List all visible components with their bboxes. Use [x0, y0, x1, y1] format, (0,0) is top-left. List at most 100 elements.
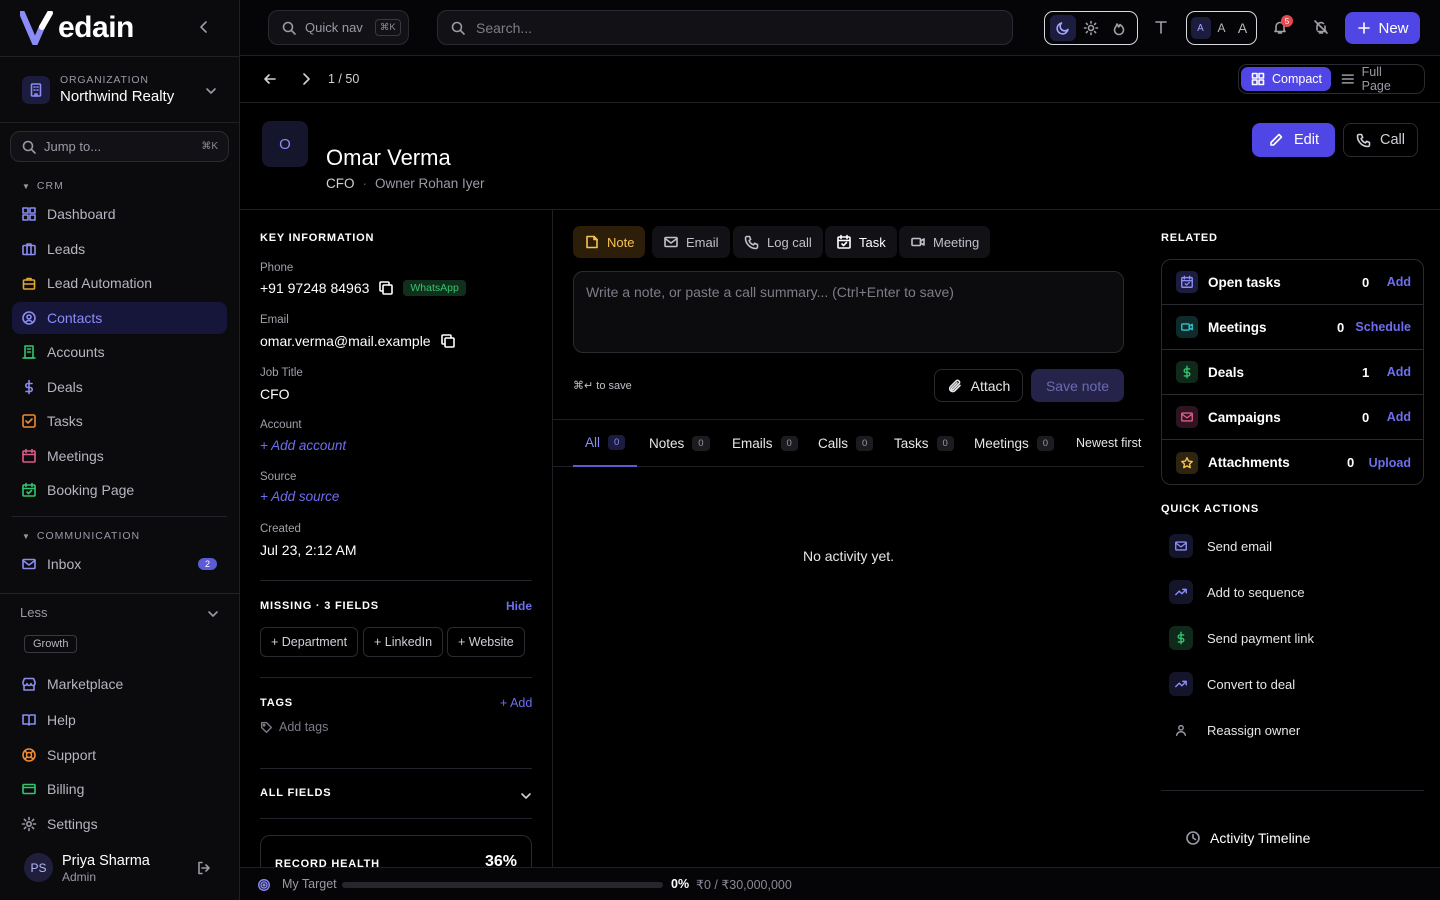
copy-icon[interactable]: [440, 333, 456, 349]
edit-button[interactable]: Edit: [1252, 123, 1335, 157]
communication-section-header: COMMUNICATION: [36, 530, 141, 542]
compact-view-button[interactable]: Compact: [1241, 67, 1332, 91]
font-size-large[interactable]: A: [1233, 17, 1253, 39]
add-account-link[interactable]: + Add account: [260, 438, 346, 453]
chevron-down-icon[interactable]: [518, 788, 534, 804]
chevron-down-icon[interactable]: [205, 606, 221, 622]
related-deals[interactable]: Deals 1 Add: [1162, 350, 1423, 395]
back-button[interactable]: [262, 71, 278, 87]
add-to-sequence-action[interactable]: Add to sequence: [1169, 577, 1305, 607]
search-input[interactable]: [476, 19, 976, 36]
flame-icon: [1113, 23, 1125, 36]
dollar-icon: [25, 379, 33, 395]
logout-button[interactable]: [196, 860, 212, 876]
full-page-view-button[interactable]: Full Page: [1331, 65, 1422, 93]
related-add-campaign[interactable]: Add: [1387, 410, 1411, 424]
light-theme-button[interactable]: [1078, 15, 1104, 41]
sidebar-item-deals[interactable]: Deals: [12, 371, 227, 403]
tab-notes[interactable]: Notes 0: [649, 420, 710, 467]
divider: [260, 768, 532, 769]
send-email-action[interactable]: Send email: [1169, 531, 1272, 561]
mute-notifications-button[interactable]: [1313, 19, 1329, 35]
add-linkedin-chip[interactable]: + LinkedIn: [363, 627, 444, 657]
convert-to-deal-action[interactable]: Convert to deal: [1169, 669, 1295, 699]
sidebar-item-help[interactable]: Help: [12, 704, 227, 736]
sort-dropdown[interactable]: Newest first: [1076, 436, 1141, 450]
notifications-button[interactable]: 5: [1272, 15, 1293, 35]
add-department-chip[interactable]: + Department: [260, 627, 359, 657]
sidebar-item-lead-automation[interactable]: Lead Automation: [12, 267, 227, 299]
activity-timeline-toggle[interactable]: Activity Timeline: [1185, 830, 1310, 846]
font-size-small[interactable]: A: [1190, 17, 1211, 39]
related-campaigns[interactable]: Campaigns 0 Add: [1162, 395, 1423, 440]
reassign-owner-action[interactable]: Reassign owner: [1169, 715, 1300, 745]
sidebar-item-meetings[interactable]: Meetings: [12, 440, 227, 472]
avatar: PS: [24, 853, 53, 882]
phone-value[interactable]: +91 97248 84963: [260, 280, 369, 296]
sidebar-item-settings[interactable]: Settings: [12, 808, 227, 840]
tags-input[interactable]: Add tags: [260, 720, 328, 734]
next-record-button[interactable]: [298, 71, 314, 87]
add-website-chip[interactable]: + Website: [447, 627, 525, 657]
related-add-task[interactable]: Add: [1387, 275, 1411, 289]
sidebar-item-dashboard[interactable]: Dashboard: [12, 198, 227, 230]
sidebar-item-contacts[interactable]: Contacts: [12, 302, 227, 334]
sidebar-item-accounts[interactable]: Accounts: [12, 336, 227, 368]
dark-theme-button[interactable]: [1050, 15, 1076, 41]
contact-owner[interactable]: Owner Rohan Iyer: [375, 176, 485, 191]
collapse-sidebar-button[interactable]: [196, 19, 212, 35]
font-size-medium[interactable]: A: [1212, 17, 1232, 39]
related-attachments[interactable]: Attachments 0 Upload: [1162, 440, 1423, 484]
crm-section-toggle[interactable]: ▼ CRM: [22, 180, 64, 192]
sidebar-item-leads[interactable]: Leads: [12, 233, 227, 265]
warm-theme-button[interactable]: [1106, 15, 1132, 41]
save-note-button[interactable]: Save note: [1031, 369, 1124, 402]
copy-icon[interactable]: [378, 280, 394, 296]
user-role: Admin: [62, 870, 97, 884]
whatsapp-button[interactable]: WhatsApp: [403, 280, 466, 296]
tab-note[interactable]: Note: [573, 226, 646, 258]
related-add-deal[interactable]: Add: [1387, 365, 1411, 379]
typography-button[interactable]: [1153, 19, 1169, 35]
global-search[interactable]: [437, 10, 1013, 45]
new-button[interactable]: New: [1345, 12, 1420, 44]
hide-missing-button[interactable]: Hide: [506, 599, 532, 613]
note-input[interactable]: [573, 271, 1124, 353]
sidebar-item-support[interactable]: Support: [12, 739, 227, 771]
tab-task[interactable]: Task: [825, 226, 897, 258]
related-schedule-meeting[interactable]: Schedule: [1355, 320, 1411, 334]
tab-emails[interactable]: Emails 0: [732, 420, 798, 467]
communication-section-toggle[interactable]: ▼ COMMUNICATION: [22, 530, 140, 542]
related-meetings[interactable]: Meetings 0 Schedule: [1162, 305, 1423, 350]
tab-email[interactable]: Email: [652, 226, 730, 258]
sidebar-item-booking-page[interactable]: Booking Page: [12, 474, 227, 506]
tab-meeting[interactable]: Meeting: [899, 226, 991, 258]
related-panel: RELATED Open tasks 0 Add Meetings 0 Sche…: [1145, 210, 1440, 867]
less-toggle[interactable]: Less: [20, 605, 47, 620]
sidebar-item-tasks[interactable]: Tasks: [12, 405, 227, 437]
job-title-value[interactable]: CFO: [260, 386, 290, 402]
tab-all[interactable]: All 0: [573, 420, 637, 467]
jump-to-input[interactable]: Jump to... ⌘K: [10, 131, 229, 162]
plan-badge: Growth: [24, 635, 78, 653]
org-switcher[interactable]: ORGANIZATION Northwind Realty: [0, 56, 239, 123]
tab-meetings[interactable]: Meetings 0: [974, 420, 1055, 467]
attach-button[interactable]: Attach: [934, 369, 1023, 402]
related-open-tasks[interactable]: Open tasks 0 Add: [1162, 260, 1423, 305]
tab-tasks[interactable]: Tasks 0: [894, 420, 954, 467]
call-button[interactable]: Call: [1343, 123, 1418, 157]
quick-nav-button[interactable]: Quick nav ⌘K: [268, 10, 409, 45]
user-profile[interactable]: PS Priya Sharma Admin: [0, 840, 239, 900]
send-payment-link-action[interactable]: Send payment link: [1169, 623, 1314, 653]
sidebar-item-inbox[interactable]: Inbox 2: [12, 548, 227, 580]
add-source-link[interactable]: + Add source: [260, 489, 339, 504]
tab-log-call[interactable]: Log call: [733, 226, 823, 258]
related-upload-attachment[interactable]: Upload: [1369, 456, 1411, 470]
email-value[interactable]: omar.verma@mail.example: [260, 333, 431, 349]
tab-calls[interactable]: Calls 0: [818, 420, 874, 467]
sidebar-item-marketplace[interactable]: Marketplace: [12, 668, 227, 700]
app-logo[interactable]: edain: [20, 8, 134, 48]
sidebar-item-billing[interactable]: Billing: [12, 773, 227, 805]
all-fields-header[interactable]: ALL FIELDS: [260, 787, 331, 799]
add-tag-button[interactable]: + Add: [500, 696, 532, 710]
